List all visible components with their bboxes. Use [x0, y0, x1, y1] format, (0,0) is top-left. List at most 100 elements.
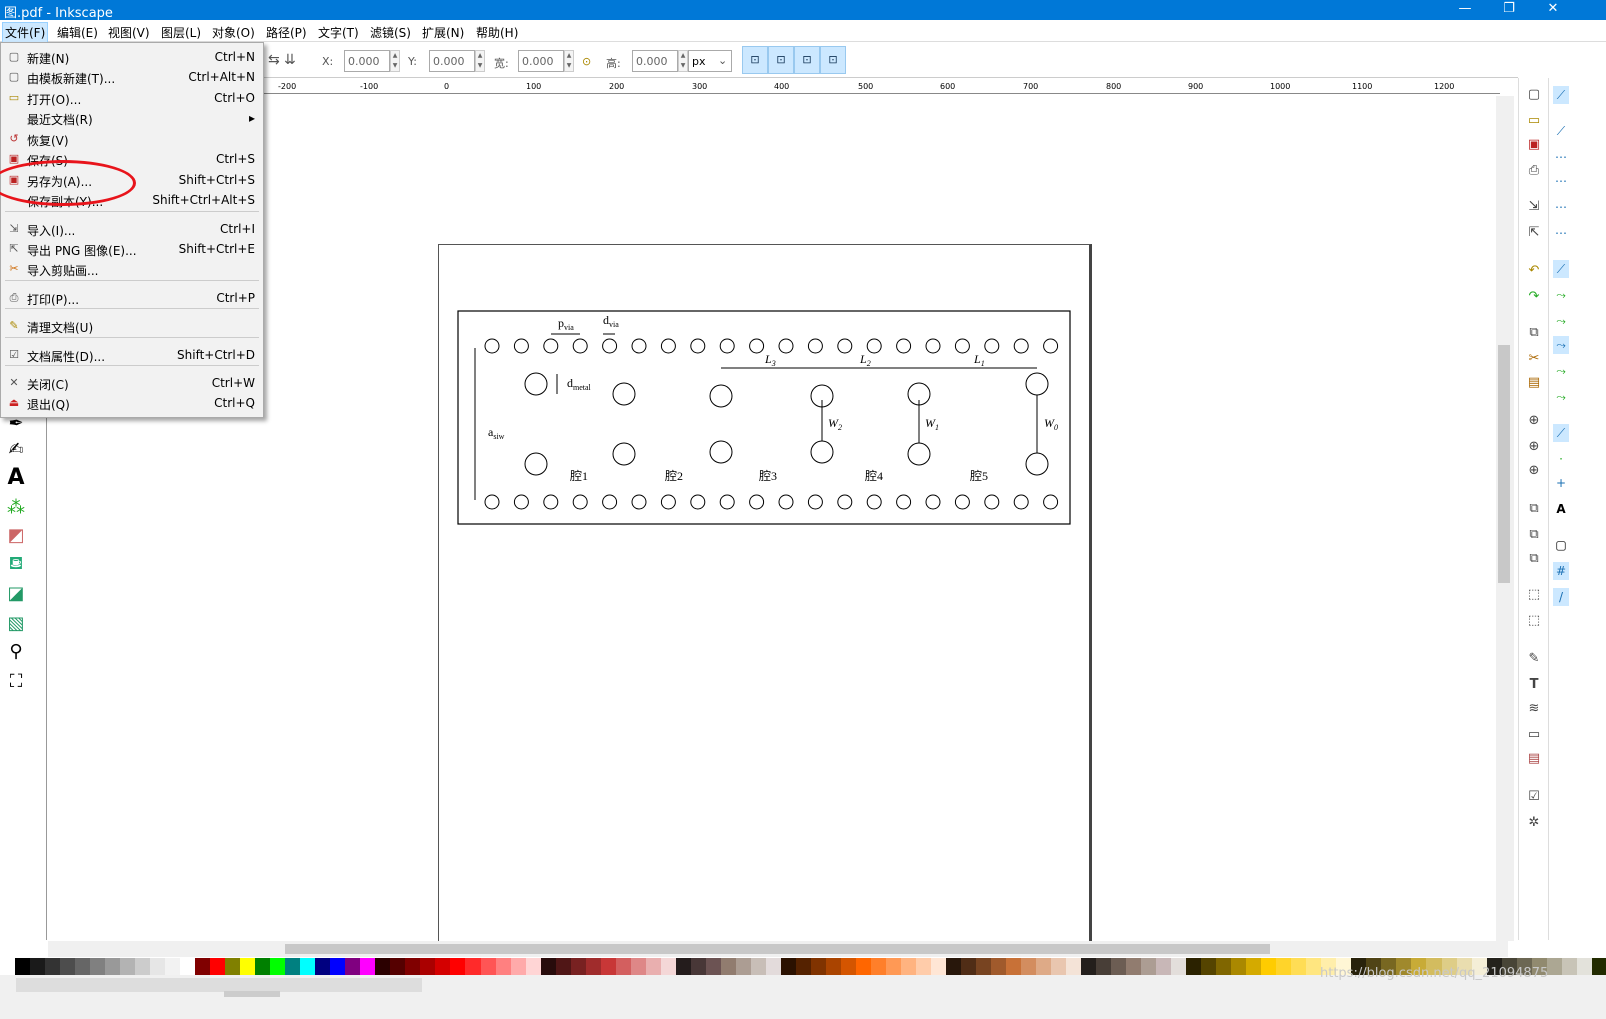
width-input[interactable]: 0.000	[518, 50, 564, 72]
spray-tool-icon[interactable]: ⁂	[4, 496, 28, 520]
connector-tool-icon[interactable]: ⛶	[4, 670, 28, 694]
doc-props-icon[interactable]: ☑	[1525, 788, 1543, 806]
menu-text[interactable]: 文字(T)	[318, 24, 359, 41]
color-swatch[interactable]	[375, 958, 391, 975]
calligraphy-tool-icon[interactable]: ✍	[4, 438, 28, 462]
lock-icon[interactable]: ⊙	[582, 55, 591, 68]
color-swatch[interactable]	[1201, 958, 1217, 975]
snap-guide-icon[interactable]: /	[1553, 588, 1569, 606]
color-swatch[interactable]	[1111, 958, 1127, 975]
color-swatch[interactable]	[1096, 958, 1112, 975]
copy-icon[interactable]: ⧉	[1525, 324, 1543, 342]
color-swatch[interactable]	[765, 958, 781, 975]
color-swatch[interactable]	[855, 958, 871, 975]
snap-bbox-corner-icon[interactable]: ⋯	[1553, 172, 1569, 190]
snap-smooth-icon[interactable]: ⤳	[1553, 362, 1569, 380]
color-swatch[interactable]	[750, 958, 766, 975]
align-distribute-icon[interactable]: ▤	[1525, 750, 1543, 768]
color-swatch[interactable]	[735, 958, 751, 975]
color-swatch[interactable]	[600, 958, 616, 975]
color-swatch[interactable]	[270, 958, 286, 975]
menu-file[interactable]: 文件(F)	[2, 22, 49, 43]
file-menu-item-0[interactable]: ▢ 新建(N) Ctrl+N	[1, 47, 263, 67]
color-swatch[interactable]	[1021, 958, 1037, 975]
color-swatch[interactable]	[1081, 958, 1097, 975]
color-swatch[interactable]	[1576, 958, 1592, 975]
color-swatch[interactable]	[195, 958, 211, 975]
file-menu-item-1[interactable]: ▢ 由模板新建(T)... Ctrl+Alt+N	[1, 67, 263, 87]
color-swatch[interactable]	[885, 958, 901, 975]
new-doc-icon[interactable]: ▢	[1525, 86, 1543, 104]
color-swatch[interactable]	[120, 958, 136, 975]
color-swatch[interactable]	[75, 958, 91, 975]
file-menu-item-13[interactable]: ☑ 文档属性(D)... Shift+Ctrl+D	[1, 345, 263, 365]
color-swatch[interactable]	[555, 958, 571, 975]
dropper-tool-icon[interactable]: ⚲	[4, 640, 28, 664]
snap-bbox-center-icon[interactable]: ⋯	[1553, 224, 1569, 242]
file-menu-item-8[interactable]: ⇲ 导入(I)... Ctrl+I	[1, 219, 263, 239]
print-icon[interactable]: ⎙	[1525, 162, 1543, 180]
file-menu-item-15[interactable]: ⏏ 退出(Q) Ctrl+Q	[1, 393, 263, 413]
snap-others-icon[interactable]: ⟋	[1553, 424, 1569, 442]
x-input[interactable]: 0.000	[344, 50, 390, 72]
color-swatch[interactable]	[225, 958, 241, 975]
color-swatch[interactable]	[675, 958, 691, 975]
snap-bbox-icon[interactable]: ⟋	[1553, 122, 1569, 140]
menu-help[interactable]: 帮助(H)	[476, 24, 518, 41]
color-swatch[interactable]	[705, 958, 721, 975]
snap-rotation-center-icon[interactable]: +	[1553, 474, 1569, 492]
move-patterns-button[interactable]: ⊡	[820, 46, 846, 74]
export-icon[interactable]: ⇱	[1525, 224, 1543, 242]
file-menu-item-9[interactable]: ⇱ 导出 PNG 图像(E)... Shift+Ctrl+E	[1, 239, 263, 259]
chevron-down-icon[interactable]: ⌄	[718, 54, 727, 67]
snap-path-icon[interactable]: ⤳	[1553, 286, 1569, 304]
menu-extensions[interactable]: 扩展(N)	[422, 24, 464, 41]
color-swatch[interactable]	[1291, 958, 1307, 975]
move-gradients-button[interactable]: ⊡	[794, 46, 820, 74]
lower-icon[interactable]: ⇊	[284, 52, 296, 68]
color-swatch[interactable]	[645, 958, 661, 975]
color-swatch[interactable]	[150, 958, 166, 975]
file-menu-item-2[interactable]: ▭ 打开(O)... Ctrl+O	[1, 88, 263, 108]
color-swatch[interactable]	[330, 958, 346, 975]
color-swatch[interactable]	[495, 958, 511, 975]
snap-bbox-midpoint-icon[interactable]: ⋯	[1553, 198, 1569, 216]
color-swatch[interactable]	[45, 958, 61, 975]
color-swatch[interactable]	[465, 958, 481, 975]
snap-bbox-edge-icon[interactable]: ⋯	[1553, 148, 1569, 166]
color-swatch[interactable]	[1051, 958, 1067, 975]
maximize-button[interactable]: ❐	[1494, 1, 1524, 16]
snap-cusp-icon[interactable]: ⤳	[1553, 336, 1569, 354]
vertical-scroll-thumb[interactable]	[1498, 345, 1510, 583]
undo-icon[interactable]: ↶	[1525, 262, 1543, 280]
color-swatch[interactable]	[1276, 958, 1292, 975]
color-swatch[interactable]	[1216, 958, 1232, 975]
color-swatch[interactable]	[1171, 958, 1187, 975]
menu-edit[interactable]: 编辑(E)	[57, 24, 98, 41]
fill-stroke-icon[interactable]: ✎	[1525, 650, 1543, 668]
color-swatch[interactable]	[570, 958, 586, 975]
color-swatch[interactable]	[60, 958, 76, 975]
color-swatch[interactable]	[1231, 958, 1247, 975]
color-swatch[interactable]	[540, 958, 556, 975]
duplicate-icon[interactable]: ⧉	[1525, 500, 1543, 518]
color-swatch[interactable]	[525, 958, 541, 975]
color-swatch[interactable]	[585, 958, 601, 975]
redo-icon[interactable]: ↷	[1525, 288, 1543, 306]
color-swatch[interactable]	[930, 958, 946, 975]
menu-view[interactable]: 视图(V)	[108, 24, 150, 41]
color-swatch[interactable]	[0, 958, 16, 975]
file-menu-item-11[interactable]: ⎙ 打印(P)... Ctrl+P	[1, 288, 263, 308]
color-swatch[interactable]	[1261, 958, 1277, 975]
y-spin-arrows[interactable]: ▲ ▼	[475, 50, 485, 72]
color-swatch[interactable]	[945, 958, 961, 975]
snap-midpoint-icon[interactable]: ⤳	[1553, 388, 1569, 406]
import-icon[interactable]: ⇲	[1525, 198, 1543, 216]
group-icon[interactable]: ⬚	[1525, 586, 1543, 604]
color-swatch[interactable]	[1546, 958, 1562, 975]
menu-filters[interactable]: 滤镜(S)	[370, 24, 411, 41]
color-swatch[interactable]	[795, 958, 811, 975]
close-window-button[interactable]: ✕	[1538, 1, 1568, 16]
open-folder-icon[interactable]: ▭	[1525, 112, 1543, 130]
scale-corners-button[interactable]: ⊡	[768, 46, 794, 74]
